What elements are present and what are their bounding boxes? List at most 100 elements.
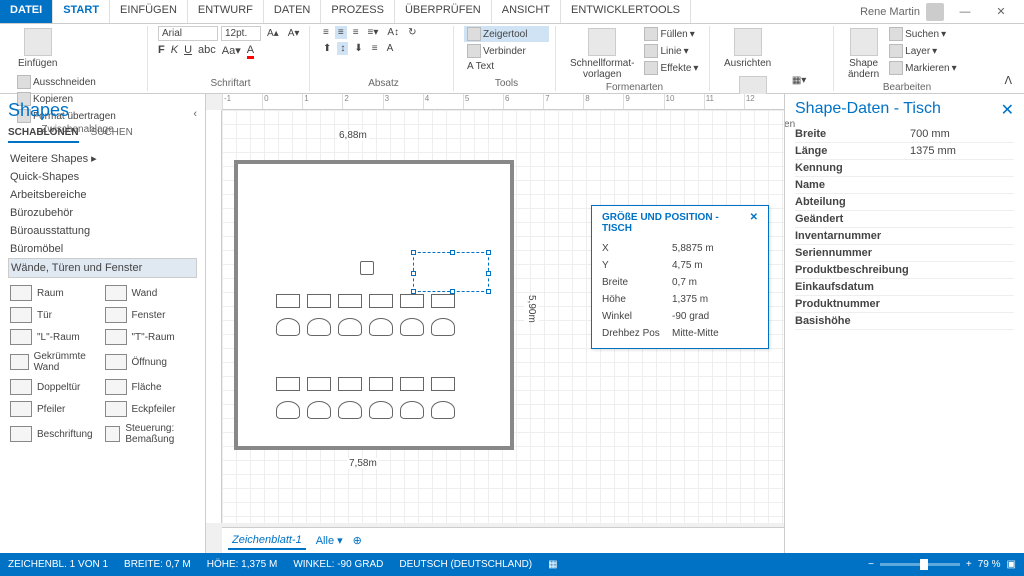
tab-start[interactable]: START — [53, 0, 110, 23]
select-button[interactable]: Markieren▾ — [886, 60, 960, 76]
stencil-item[interactable]: Fenster — [103, 304, 198, 326]
tab-prozess[interactable]: PROZESS — [321, 0, 395, 23]
zoom-out-button[interactable]: − — [868, 559, 874, 570]
stencil-item[interactable]: "T"-Raum — [103, 326, 198, 348]
shapes-tab-stencils[interactable]: SCHABLONEN — [8, 127, 79, 143]
layer-button[interactable]: Layer▾ — [886, 43, 960, 59]
shape-data-row[interactable]: Einkaufsdatum — [795, 279, 1014, 296]
selected-shape-tisch[interactable] — [413, 252, 489, 292]
fit-page-button[interactable]: ▣ — [1007, 559, 1016, 570]
zoom-slider[interactable] — [880, 563, 960, 566]
change-shape-button[interactable]: Shape ändern — [844, 26, 883, 82]
close-button[interactable]: ✕ — [986, 0, 1016, 24]
shape-data-row[interactable]: Basishöhe — [795, 313, 1014, 330]
shape-data-row[interactable]: Produktbeschreibung — [795, 262, 1014, 279]
tab-daten[interactable]: DATEN — [264, 0, 321, 23]
shape-small[interactable] — [360, 261, 374, 275]
effects-button[interactable]: Effekte▾ — [641, 60, 701, 76]
zoom-in-button[interactable]: + — [966, 559, 972, 570]
stencil-item[interactable]: Steuerung: Bemaßung — [103, 420, 198, 448]
cat-bueroausstattung[interactable]: Büroausstattung — [8, 222, 197, 240]
stencil-item[interactable]: Wand — [103, 282, 198, 304]
stencil-item[interactable]: Tür — [8, 304, 103, 326]
shape-data-close-button[interactable]: ✕ — [1001, 100, 1014, 120]
cut-button[interactable]: Ausschneiden — [14, 74, 119, 90]
rotate-button[interactable]: ↻ — [405, 26, 419, 39]
cat-buerozubehoer[interactable]: Bürozubehör — [8, 204, 197, 222]
sheet-tab-all[interactable]: Alle ▾ — [316, 534, 343, 547]
stencil-item[interactable]: Doppeltür — [8, 376, 103, 398]
underline-button[interactable]: U — [184, 44, 192, 59]
strike-button[interactable]: abc — [198, 44, 216, 59]
shape-data-row[interactable]: Produktnummer — [795, 296, 1014, 313]
font-shrink-button[interactable]: A▾ — [285, 26, 303, 41]
cat-bueromoebel[interactable]: Büromöbel — [8, 240, 197, 258]
align-center-button[interactable]: ≡ — [335, 26, 347, 39]
font-grow-button[interactable]: A▴ — [264, 26, 282, 41]
align-right-button[interactable]: ≡ — [350, 26, 362, 39]
shape-data-row[interactable]: Länge1375 mm — [795, 143, 1014, 160]
stencil-item[interactable]: Gekrümmte Wand — [8, 348, 103, 376]
case-button[interactable]: Aa▾ — [222, 44, 241, 59]
stencil-item[interactable]: Beschriftung — [8, 420, 103, 448]
italic-button[interactable]: K — [171, 44, 178, 59]
shapes-tab-search[interactable]: SUCHEN — [91, 127, 133, 143]
align-button[interactable]: Ausrichten — [720, 26, 775, 71]
pointer-tool-button[interactable]: Zeigertool — [464, 26, 549, 42]
text-tool-button[interactable]: AText — [464, 60, 549, 73]
new-sheet-button[interactable]: ⊕ — [353, 534, 362, 547]
size-position-popup[interactable]: GRÖßE UND POSITION - TISCH✕ X5,8875 mY4,… — [591, 205, 769, 349]
valign-mid-button[interactable]: ↕ — [337, 42, 348, 55]
shape-data-row[interactable]: Breite700 mm — [795, 126, 1014, 143]
fill-button[interactable]: Füllen▾ — [641, 26, 701, 42]
tab-entwickler[interactable]: ENTWICKLERTOOLS — [561, 0, 691, 23]
tab-einfuegen[interactable]: EINFÜGEN — [110, 0, 188, 23]
cat-more-shapes[interactable]: Weitere Shapes ▸ — [8, 149, 197, 168]
connector-tool-button[interactable]: Verbinder — [464, 43, 549, 59]
stencil-item[interactable]: Öffnung — [103, 348, 198, 376]
line-button[interactable]: Linie▾ — [641, 43, 701, 59]
paste-button[interactable]: Einfügen — [14, 26, 61, 71]
indent-button[interactable]: A↕ — [384, 26, 402, 39]
shape-data-row[interactable]: Inventarnummer — [795, 228, 1014, 245]
stencil-item[interactable]: Fläche — [103, 376, 198, 398]
drawing-canvas[interactable]: 6,88m 5,90m 7,58m GRÖßE UND POSITION - T… — [222, 110, 784, 523]
valign-bot-button[interactable]: ⬇ — [351, 42, 365, 55]
stencil-item[interactable]: Pfeiler — [8, 398, 103, 420]
font-select[interactable]: Arial — [158, 26, 218, 41]
shape-data-row[interactable]: Geändert — [795, 211, 1014, 228]
tab-ueberpruefen[interactable]: ÜBERPRÜFEN — [395, 0, 492, 23]
shapes-collapse-button[interactable]: ‹ — [193, 108, 197, 120]
stencil-item[interactable]: Eckpfeiler — [103, 398, 198, 420]
spacing-button[interactable]: ≡ — [369, 42, 381, 55]
shape-data-row[interactable]: Name — [795, 177, 1014, 194]
tab-ansicht[interactable]: ANSICHT — [492, 0, 561, 23]
font-color-button[interactable]: A — [247, 44, 254, 59]
bullets-button[interactable]: ≡▾ — [365, 26, 382, 39]
font-size-select[interactable]: 12pt. — [221, 26, 261, 41]
shape-data-row[interactable]: Abteilung — [795, 194, 1014, 211]
find-button[interactable]: Suchen▾ — [886, 26, 960, 42]
minimize-button[interactable]: — — [950, 0, 980, 24]
shape-data-row[interactable]: Kennung — [795, 160, 1014, 177]
bold-button[interactable]: F — [158, 44, 165, 59]
macro-icon[interactable]: ▦ — [548, 559, 557, 570]
align-left-button[interactable]: ≡ — [320, 26, 332, 39]
floor-plan[interactable] — [234, 160, 514, 450]
arrange-more-button[interactable]: ▦▾ — [789, 74, 809, 87]
tab-datei[interactable]: DATEI — [0, 0, 53, 23]
cat-waende[interactable]: Wände, Türen und Fenster — [8, 258, 197, 278]
stencil-item[interactable]: Raum — [8, 282, 103, 304]
quickstyle-button[interactable]: Schnellformat- vorlagen — [566, 26, 638, 82]
stencil-item[interactable]: "L"-Raum — [8, 326, 103, 348]
tab-entwurf[interactable]: ENTWURF — [188, 0, 264, 23]
valign-top-button[interactable]: ⬆ — [320, 42, 334, 55]
shape-data-row[interactable]: Seriennummer — [795, 245, 1014, 262]
sheet-tab-1[interactable]: Zeichenblatt-1 — [228, 532, 306, 550]
popup-close-button[interactable]: ✕ — [750, 212, 758, 234]
zoom-control[interactable]: − + 79 % ▣ — [868, 559, 1016, 570]
cat-quick-shapes[interactable]: Quick-Shapes — [8, 168, 197, 186]
cat-arbeitsbereiche[interactable]: Arbeitsbereiche — [8, 186, 197, 204]
indent2-button[interactable]: A — [384, 42, 397, 55]
ribbon-collapse-button[interactable]: ᐱ — [1000, 70, 1016, 91]
